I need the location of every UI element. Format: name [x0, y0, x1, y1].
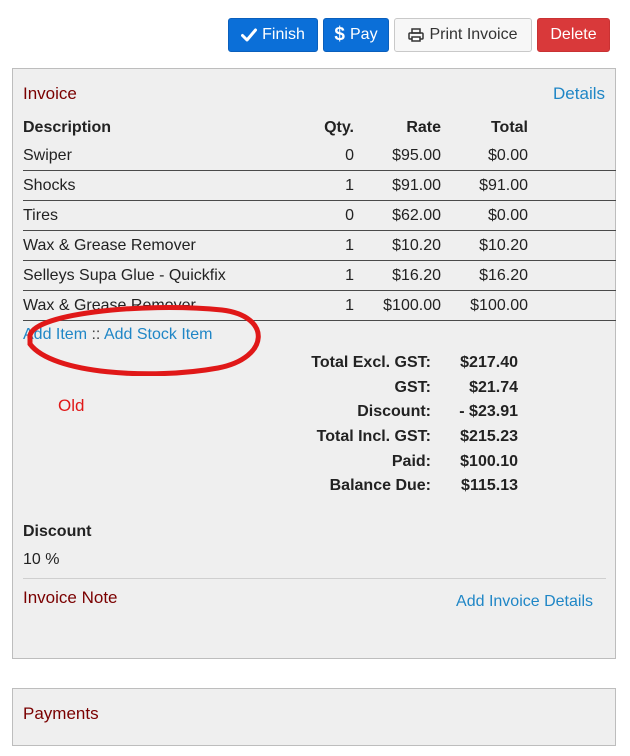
- discount-value: 10 %: [23, 551, 60, 568]
- finish-button-label: Finish: [262, 26, 305, 43]
- divider: [23, 578, 606, 579]
- totals-label: Discount:: [357, 403, 431, 421]
- table-row[interactable]: Wax & Grease Remover 1 $10.20 $10.20: [23, 231, 616, 261]
- item-rate: $62.00: [392, 206, 441, 224]
- table-row[interactable]: Shocks 1 $91.00 $91.00: [23, 171, 616, 201]
- table-header: Description Qty. Rate Total: [23, 115, 616, 141]
- totals-label: Balance Due:: [329, 477, 431, 495]
- add-item-links: Add Item :: Add Stock Item: [23, 326, 212, 344]
- totals-row: Paid: $100.10: [263, 449, 533, 474]
- item-description: Selleys Supa Glue - Quickfix: [23, 266, 226, 284]
- item-description: Shocks: [23, 176, 76, 194]
- item-total: $16.20: [479, 266, 528, 284]
- item-total: $0.00: [487, 206, 528, 224]
- details-link[interactable]: Details: [553, 84, 605, 104]
- totals-value: $217.40: [460, 354, 518, 372]
- item-qty: 0: [345, 206, 354, 224]
- item-description: Swiper: [23, 146, 72, 164]
- totals-value: $115.13: [461, 477, 518, 495]
- item-description: Tires: [23, 206, 58, 224]
- column-header-description: Description: [23, 119, 112, 136]
- column-header-rate: Rate: [406, 119, 441, 136]
- totals-label: GST:: [394, 378, 431, 396]
- delete-button-label: Delete: [550, 26, 597, 43]
- item-description: Wax & Grease Remover: [23, 296, 196, 314]
- add-invoice-details-link[interactable]: Add Invoice Details: [456, 593, 593, 611]
- add-item-link[interactable]: Add Item: [23, 326, 87, 343]
- item-qty: 1: [345, 176, 354, 194]
- totals-value: $215.23: [460, 428, 518, 446]
- item-rate: $16.20: [392, 266, 441, 284]
- totals-label: Total Incl. GST:: [316, 428, 431, 446]
- item-qty: 0: [345, 146, 354, 164]
- totals-summary: Total Excl. GST: $217.40 GST: $21.74 Dis…: [263, 351, 533, 499]
- totals-row: Total Incl. GST: $215.23: [263, 425, 533, 450]
- checkmark-icon: [241, 28, 258, 42]
- totals-value: $100.10: [460, 452, 518, 470]
- totals-label: Total Excl. GST:: [311, 354, 431, 372]
- column-header-total: Total: [490, 119, 528, 136]
- item-rate: $95.00: [392, 146, 441, 164]
- pay-button-label: Pay: [350, 26, 378, 43]
- table-row[interactable]: Tires 0 $62.00 $0.00: [23, 201, 616, 231]
- finish-button[interactable]: Finish: [228, 18, 318, 52]
- invoice-note-heading: Invoice Note: [23, 588, 118, 607]
- annotation-old-label: Old: [58, 396, 85, 415]
- item-rate: $91.00: [392, 176, 441, 194]
- column-header-qty: Qty.: [324, 119, 354, 136]
- item-qty: 1: [345, 296, 354, 314]
- dollar-icon: $: [334, 24, 345, 45]
- totals-row: Total Excl. GST: $217.40: [263, 351, 533, 376]
- table-row[interactable]: Wax & Grease Remover 1 $100.00 $100.00: [23, 291, 616, 321]
- print-invoice-button[interactable]: Print Invoice: [394, 18, 532, 52]
- invoice-heading: Invoice: [23, 84, 77, 103]
- totals-value: - $23.91: [459, 403, 518, 421]
- totals-row: Discount: - $23.91: [263, 400, 533, 425]
- add-stock-item-link[interactable]: Add Stock Item: [104, 326, 213, 343]
- table-row[interactable]: Swiper 0 $95.00 $0.00: [23, 141, 616, 171]
- totals-value: $21.74: [469, 378, 518, 396]
- link-separator: ::: [91, 326, 101, 343]
- discount-heading: Discount: [23, 523, 92, 540]
- item-qty: 1: [345, 266, 354, 284]
- item-description: Wax & Grease Remover: [23, 236, 196, 254]
- toolbar: Finish $ Pay Print Invoice Delete: [0, 18, 630, 54]
- print-invoice-label: Print Invoice: [429, 26, 518, 43]
- line-items-table: Description Qty. Rate Total Swiper 0 $95…: [23, 115, 616, 321]
- item-rate: $10.20: [392, 236, 441, 254]
- item-total: $91.00: [479, 176, 528, 194]
- invoice-panel: Invoice Details Description Qty. Rate To…: [12, 68, 616, 659]
- item-total: $100.00: [470, 296, 528, 314]
- item-total: $0.00: [487, 146, 528, 164]
- item-qty: 1: [345, 236, 354, 254]
- table-row[interactable]: Selleys Supa Glue - Quickfix 1 $16.20 $1…: [23, 261, 616, 291]
- payments-heading: Payments: [23, 704, 99, 723]
- totals-row: Balance Due: $115.13: [263, 474, 533, 499]
- item-total: $10.20: [479, 236, 528, 254]
- printer-icon: [408, 28, 425, 42]
- payments-panel: Payments: [12, 688, 616, 746]
- totals-label: Paid:: [391, 452, 431, 470]
- totals-row: GST: $21.74: [263, 376, 533, 401]
- delete-button[interactable]: Delete: [537, 18, 610, 52]
- pay-button[interactable]: $ Pay: [323, 18, 389, 52]
- item-rate: $100.00: [383, 296, 441, 314]
